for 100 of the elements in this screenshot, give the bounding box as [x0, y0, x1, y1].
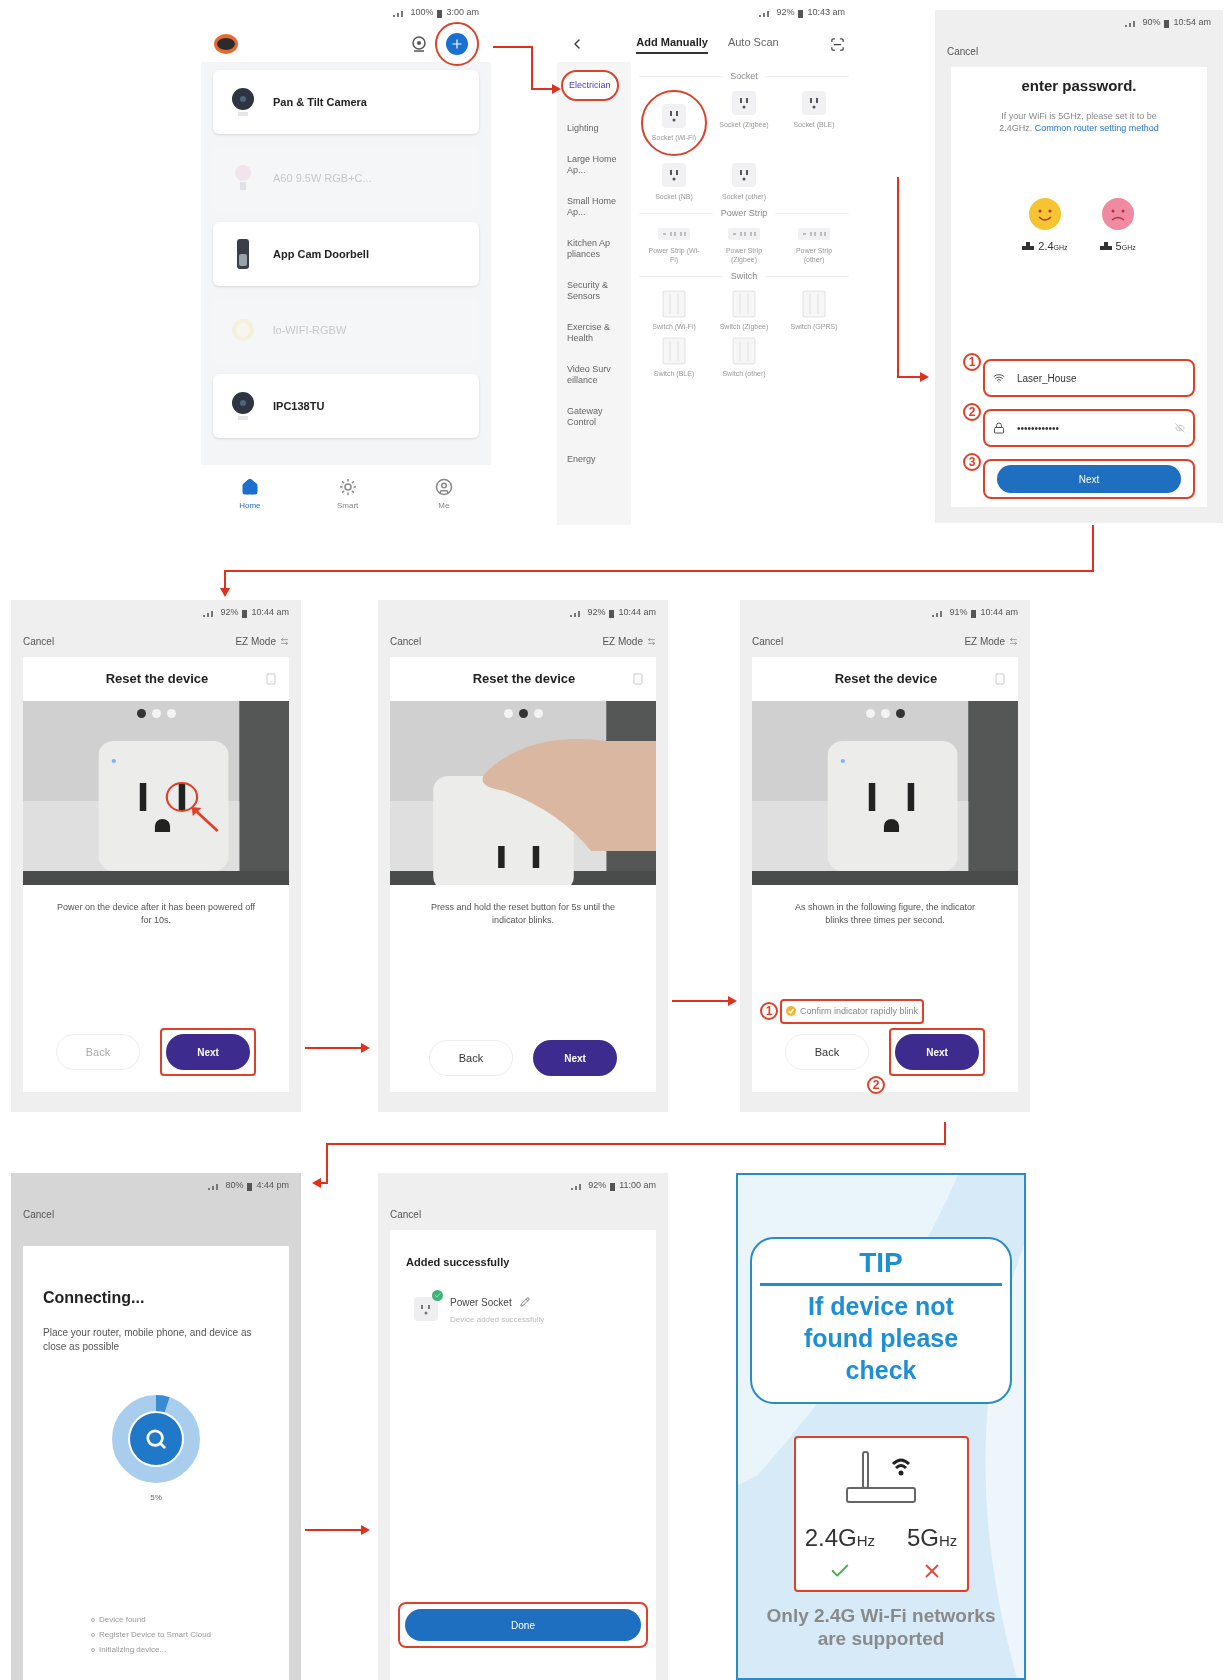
category-item[interactable]: Security & Sensors: [561, 277, 631, 305]
socket-icon: [801, 89, 827, 116]
cancel-link[interactable]: Cancel: [390, 634, 422, 649]
router-icon: [1099, 241, 1112, 251]
camera-icon: [230, 391, 256, 421]
band-label: 2.4GHz: [804, 1523, 875, 1553]
flow-arrow: [671, 996, 737, 1006]
socket-icon: [731, 161, 757, 188]
progress-step: Register Device to Smart Cloud: [99, 1629, 212, 1641]
nav-tab[interactable]: Home: [239, 478, 261, 512]
category-item[interactable]: Video Surv eillance: [561, 361, 631, 389]
mode-link[interactable]: EZ Mode: [602, 634, 643, 649]
clock: 10:43 am: [807, 6, 845, 20]
tip-text: If device not found please check: [802, 1291, 960, 1386]
clock: 10:54 am: [1173, 16, 1211, 30]
flow-arrow: [492, 46, 561, 94]
guide-icon[interactable]: [994, 673, 1006, 685]
next-button[interactable]: Next: [895, 1034, 979, 1070]
add-button[interactable]: [446, 33, 468, 55]
card-title: Reset the device: [104, 670, 210, 689]
category-item[interactable]: Large Home Ap...: [561, 151, 631, 179]
back-button[interactable]: Back: [429, 1040, 513, 1076]
swap-icon[interactable]: [647, 637, 656, 646]
sun-icon: [338, 478, 357, 496]
scan-icon[interactable]: [830, 36, 845, 52]
nav-tab[interactable]: Me: [434, 478, 453, 512]
battery-level: 91%: [949, 606, 968, 620]
flow-arrow: [304, 1043, 370, 1053]
device-name: App Cam Doorbell: [273, 246, 369, 262]
nav-tab[interactable]: Smart: [337, 478, 359, 512]
avatar-icon: [213, 33, 239, 55]
device-card[interactable]: App Cam Doorbell: [213, 222, 479, 286]
power-strip-icon: [797, 226, 831, 242]
battery-icon: [609, 608, 615, 618]
network-field[interactable]: Laser_House: [983, 359, 1195, 397]
battery-icon: [610, 1181, 616, 1191]
instruction-text: Place your router, mobile phone, and device as close as possible: [43, 1326, 253, 1354]
category-item[interactable]: Kitchen Ap pliances: [561, 235, 631, 263]
router-settings-link[interactable]: Common router setting method: [1034, 122, 1159, 133]
mode-link[interactable]: EZ Mode: [235, 634, 276, 649]
clock: 4:44 pm: [256, 1179, 289, 1193]
battery-level: 92%: [588, 1179, 607, 1193]
next-button[interactable]: Next: [997, 465, 1181, 493]
battery-icon: [437, 8, 443, 18]
power-strip-icon: [657, 226, 691, 242]
battery-icon: [971, 608, 977, 618]
mode-tab[interactable]: Auto Scan: [727, 33, 779, 55]
battery-level: 100%: [410, 6, 434, 20]
card-title: Reset the device: [471, 670, 577, 689]
camera-icon[interactable]: [411, 36, 427, 52]
lamp-icon: [231, 318, 255, 342]
instruction-text: Press and hold the reset button for 5s until the indicator blinks.: [429, 901, 617, 927]
category-item[interactable]: Electrician: [561, 70, 619, 101]
router-icon: [1022, 241, 1035, 251]
device-name: IPC138TU: [273, 398, 325, 414]
cancel-link[interactable]: Cancel: [935, 36, 1223, 67]
cancel-link[interactable]: Cancel: [378, 1199, 668, 1230]
category-item[interactable]: Gateway Control: [561, 403, 631, 431]
checkbox[interactable]: [786, 1006, 796, 1017]
tip-footer: Only 2.4G Wi-Fi networks are supported: [761, 1604, 1001, 1650]
user-icon: [434, 478, 453, 496]
edit-icon[interactable]: [519, 1297, 530, 1307]
battery-icon: [242, 608, 248, 618]
add-icon: [450, 37, 464, 51]
battery-icon: [798, 8, 804, 18]
swap-icon[interactable]: [1009, 637, 1018, 646]
home-icon: [240, 478, 259, 496]
mode-link[interactable]: EZ Mode: [964, 634, 1005, 649]
device-status: Device added successfully: [450, 1313, 545, 1326]
instruction-text: As shown in the following figure, the indicator blinks three times per second.: [793, 901, 977, 927]
mode-tab[interactable]: Add Manually: [636, 33, 708, 55]
callout-number: 1: [760, 1002, 778, 1021]
swap-icon[interactable]: [280, 637, 289, 646]
next-button[interactable]: Next: [533, 1040, 617, 1076]
device-card[interactable]: Pan & Tilt Camera: [213, 70, 479, 134]
password-field[interactable]: ••••••••••••: [983, 409, 1195, 447]
done-button[interactable]: Done: [405, 1609, 641, 1641]
callout-number: 2: [963, 403, 981, 421]
category-item[interactable]: Exercise & Health: [561, 319, 631, 347]
section-title: Power Strip: [720, 206, 768, 220]
device-card[interactable]: IPC138TU: [213, 374, 479, 438]
clock: 11:00 am: [619, 1179, 656, 1193]
checkbox-label[interactable]: Confirm indicator rapidly blink: [800, 1004, 919, 1018]
cancel-link[interactable]: Cancel: [23, 634, 55, 649]
callout-number: 3: [963, 453, 981, 471]
guide-icon[interactable]: [632, 673, 644, 685]
cancel-link[interactable]: Cancel: [752, 634, 784, 649]
clock: 3:00 am: [446, 6, 479, 20]
guide-icon[interactable]: [265, 673, 277, 685]
success-badge-icon: [432, 1289, 443, 1301]
category-item[interactable]: Lighting: [561, 120, 605, 137]
battery-level: 92%: [587, 606, 606, 620]
power-strip-icon: [727, 226, 761, 242]
category-item[interactable]: Small Home Ap...: [561, 193, 631, 221]
next-button[interactable]: Next: [166, 1034, 250, 1070]
camera-icon: [230, 87, 256, 117]
hide-password-icon[interactable]: [1175, 423, 1185, 433]
back-button[interactable]: Back: [785, 1034, 869, 1070]
category-item[interactable]: Energy: [561, 451, 602, 468]
cancel-link[interactable]: Cancel: [11, 1199, 301, 1230]
